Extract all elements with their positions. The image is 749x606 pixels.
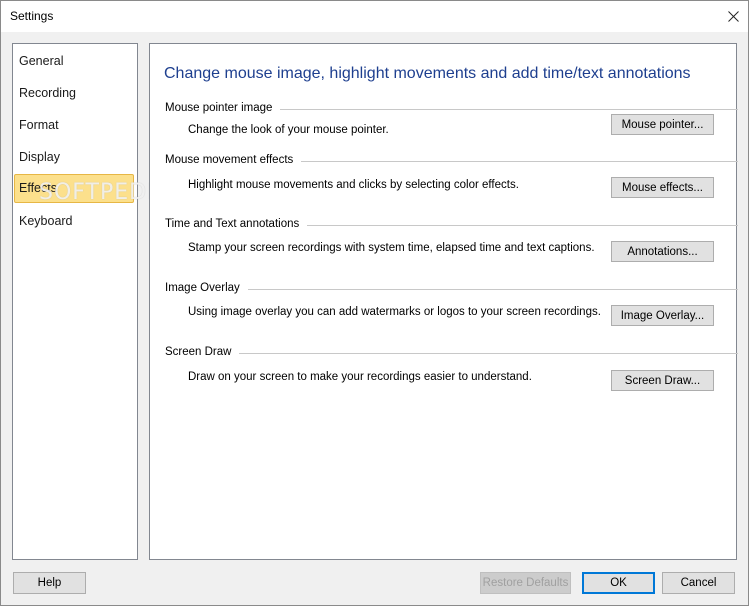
section-description: Stamp your screen recordings with system… xyxy=(188,242,595,254)
screen-draw-button[interactable]: Screen Draw... xyxy=(611,370,714,391)
window-title: Settings xyxy=(10,9,54,23)
restore-defaults-button[interactable]: Restore Defaults xyxy=(480,572,571,594)
mouse-effects-button[interactable]: Mouse effects... xyxy=(611,177,714,198)
title-bar: Settings xyxy=(1,1,748,32)
nav-item-display[interactable]: Display xyxy=(14,143,134,172)
effects-panel: Change mouse image, highlight movements … xyxy=(149,43,738,560)
ok-button[interactable]: OK xyxy=(582,572,655,594)
nav-item-format[interactable]: Format xyxy=(14,111,134,140)
close-button[interactable] xyxy=(718,1,748,32)
nav-item-keyboard[interactable]: Keyboard xyxy=(14,207,134,236)
section-divider xyxy=(165,289,738,290)
image-overlay-button[interactable]: Image Overlay... xyxy=(611,305,714,326)
nav-item-general[interactable]: General xyxy=(14,47,134,76)
close-icon xyxy=(727,11,739,22)
section-divider xyxy=(165,353,738,354)
nav-item-effects[interactable]: Effects xyxy=(14,174,134,203)
help-button[interactable]: Help xyxy=(13,572,86,594)
section-title: Mouse pointer image xyxy=(165,102,281,114)
annotations-button[interactable]: Annotations... xyxy=(611,241,714,262)
nav-item-recording[interactable]: Recording xyxy=(14,79,134,108)
section-title: Mouse movement effects xyxy=(165,154,302,166)
panel-heading: Change mouse image, highlight movements … xyxy=(164,65,691,82)
cancel-button[interactable]: Cancel xyxy=(662,572,735,594)
settings-nav: General Recording Format Display Effects… xyxy=(12,43,138,560)
section-description: Using image overlay you can add watermar… xyxy=(188,306,601,318)
section-title: Time and Text annotations xyxy=(165,218,308,230)
settings-window: Settings General Recording Format Displa… xyxy=(0,0,749,606)
section-description: Change the look of your mouse pointer. xyxy=(188,124,389,136)
section-title: Screen Draw xyxy=(165,346,240,358)
section-title: Image Overlay xyxy=(165,282,248,294)
section-description: Highlight mouse movements and clicks by … xyxy=(188,179,519,191)
mouse-pointer-button[interactable]: Mouse pointer... xyxy=(611,114,714,135)
section-description: Draw on your screen to make your recordi… xyxy=(188,371,532,383)
